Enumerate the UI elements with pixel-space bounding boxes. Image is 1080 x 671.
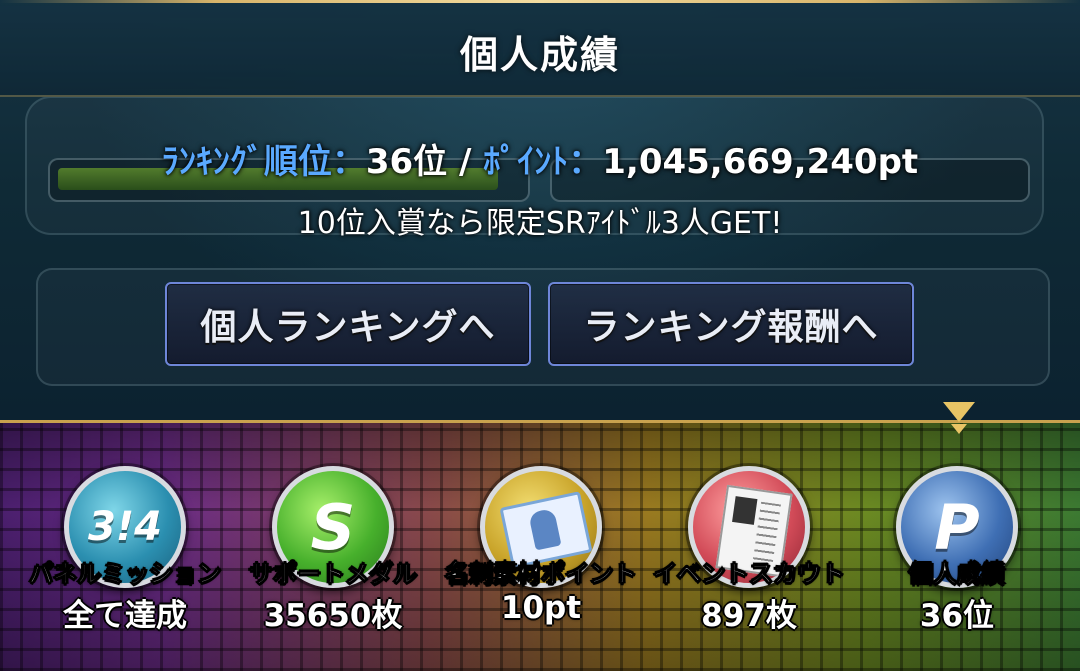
menu-item-label: イベントスカウト [653, 560, 846, 589]
menu-item-label: サポートメダル [249, 560, 418, 589]
menu-item-label: 個人成績 [909, 560, 1006, 589]
selected-indicator-tip-icon [951, 424, 967, 434]
ranking-reward-button[interactable]: ランキング報酬へ [548, 282, 914, 366]
title-bar: 個人成績 [0, 0, 1080, 97]
rank-separator: / [447, 142, 484, 182]
menu-item-value: 35650枚 [263, 598, 403, 634]
ranking-summary: ﾗﾝｷﾝｸﾞ順位：36位 / ﾎﾟｲﾝﾄ：1,045,669,240pt [0, 134, 1080, 183]
rank-label: ﾗﾝｷﾝｸﾞ順位 [161, 142, 332, 182]
point-label: ﾎﾟｲﾝﾄ [483, 142, 569, 182]
point-value: 1,045,669,240pt [602, 142, 919, 182]
menu-item-value: 全て達成 [63, 598, 187, 634]
menu-item-business-card-points[interactable]: 名刺素材ポイント 10pt [436, 466, 646, 666]
menu-item-label: パネルミッション [29, 560, 222, 589]
person-silhouette-icon [528, 507, 562, 551]
menu-item-value: 10pt [500, 590, 582, 626]
page-title: 個人成績 [459, 33, 620, 77]
menu-item-panel-mission[interactable]: 3!4 パネルミッション 全て達成 [20, 466, 230, 666]
rank-colon: ： [331, 142, 366, 182]
selected-indicator-icon [943, 402, 975, 422]
menu-item-event-scout[interactable]: イベントスカウト 897枚 [644, 466, 854, 666]
menu-item-value: 36位 [919, 598, 995, 634]
menu-item-personal-results[interactable]: P 個人成績 36位 [852, 466, 1062, 666]
menu-item-label: 名刺素材ポイント [445, 560, 638, 589]
point-colon: ： [568, 142, 603, 182]
menu-item-support-medal[interactable]: S サポートメダル 35650枚 [228, 466, 438, 666]
photo-icon [732, 496, 758, 525]
personal-results-panel: 個人成績 ﾗﾝｷﾝｸﾞ順位：36位 / ﾎﾟｲﾝﾄ：1,045,669,240p… [0, 0, 1080, 420]
menu-item-value: 897枚 [701, 598, 797, 634]
rank-value: 36位 [365, 142, 448, 182]
reward-notice: 10位入賞なら限定SRｱｲﾄﾞﾙ3人GET! [297, 206, 783, 241]
personal-ranking-button[interactable]: 個人ランキングへ [165, 282, 531, 366]
